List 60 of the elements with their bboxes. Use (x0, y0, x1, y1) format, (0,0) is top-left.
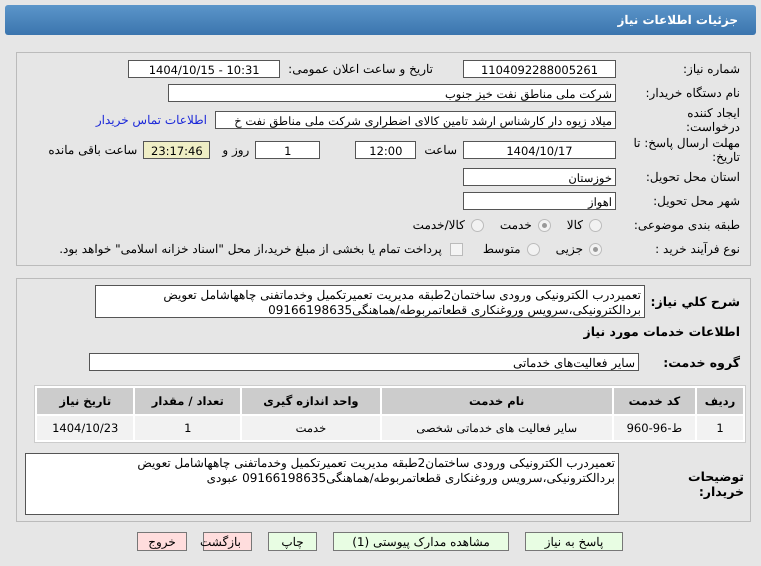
table-cell: 1 (697, 416, 743, 440)
table-cell: 1 (135, 416, 240, 440)
countdown-field: 23:17:46 (143, 141, 210, 159)
table-cell: ط-96-960 (614, 416, 696, 440)
checkbox[interactable] (450, 242, 463, 256)
input-field[interactable]: خوزستان (463, 168, 616, 186)
field-label: طبقه بندی موضوعی: (632, 218, 740, 232)
field-label: تاریخ و ساعت اعلان عمومی: (288, 62, 433, 76)
option-label: کالا/خدمت (412, 218, 465, 232)
column-header: تاریخ نیاز (37, 388, 134, 414)
column-header: نام خدمت (382, 388, 612, 414)
table-cell: 1404/10/23 (37, 416, 134, 440)
field-label: استان محل تحویل: (644, 170, 740, 184)
field-label: گروه خدمت: (662, 354, 740, 370)
option-label: جزیی (556, 242, 583, 256)
radio-button[interactable] (526, 242, 540, 256)
field-label: شهر محل تحویل: (652, 194, 740, 208)
action-button[interactable]: پاسخ به نیاز (525, 532, 623, 551)
input-field[interactable]: شرکت ملی مناطق نفت خیز جنوب (168, 84, 616, 102)
field-label: شماره نیاز: (682, 62, 740, 76)
field-label: نوع فرآیند خرید : (654, 242, 740, 256)
column-header: ردیف (697, 388, 743, 414)
text-area[interactable]: تعمیردرب الکترونیکی ورودی ساختمان2طبقه مدیریت تعمیرتکمیل وخدماتفنی چاهها‌شامل تعویض بردالکترونیکی،سرویس وروغنکاری قطعاتمربوطه/هماهنگی09166198635 (95, 285, 645, 318)
field-label: ایجاد کننده درخواست: (685, 106, 740, 134)
field-label: مهلت ارسال پاسخ: تا تاریخ: (632, 136, 740, 164)
radio-button[interactable] (470, 218, 484, 232)
table-cell: سایر فعالیت های خدماتی شخصی (382, 416, 612, 440)
option-label: متوسط (482, 242, 521, 256)
field-label: شرح کلي نياز: (650, 294, 740, 309)
input-field[interactable]: میلاد زیوه دار کارشناس ارشد تامین کالای اضطراری شرکت ملی مناطق نفت خ (215, 111, 616, 129)
radio-button[interactable] (538, 218, 551, 232)
input-field[interactable]: 12:00 (355, 141, 416, 159)
action-button[interactable]: مشاهده مدارک پیوستی (1) (333, 532, 509, 551)
input-field[interactable]: اهواز (463, 192, 616, 210)
table-cell: خدمت (242, 416, 380, 440)
contact-link[interactable]: اطلاعات تماس خریدار (96, 113, 207, 127)
input-field[interactable]: 1404/10/15 - 10:31 (128, 60, 280, 78)
field-label: توضیحات خریدار: (687, 469, 744, 499)
column-header: کد خدمت (614, 388, 696, 414)
column-header: تعداد / مقدار (135, 388, 240, 414)
field-label: روز و (222, 143, 250, 157)
input-field[interactable]: 1404/10/17 (463, 141, 616, 159)
field-label: ساعت باقی مانده (48, 143, 138, 157)
payment-note: پرداخت تمام یا بخشی از مبلغ خرید،از محل "اسناد خزانه اسلامی" خواهد بود. (59, 242, 442, 256)
option-label: خدمت (500, 218, 532, 232)
section-title: اطلاعات خدمات مورد نياز (582, 324, 740, 339)
page-title: جزئیات اطلاعات نیاز (617, 13, 738, 27)
field-label: ساعت (424, 143, 457, 157)
action-button[interactable]: بازگشت (203, 532, 252, 551)
action-button[interactable]: خروج (137, 532, 187, 551)
input-field[interactable]: سایر فعالیت‌های خدماتی (89, 353, 639, 371)
input-field[interactable]: 1104092288005261 (463, 60, 616, 78)
radio-button[interactable] (589, 218, 602, 232)
input-field[interactable]: 1 (255, 141, 320, 159)
action-button[interactable]: چاپ (268, 532, 317, 551)
option-label: کالا (566, 218, 583, 232)
radio-button[interactable] (589, 242, 602, 256)
field-label: نام دستگاه خریدار: (644, 86, 740, 100)
column-header: واحد اندازه گیری (242, 388, 380, 414)
text-area[interactable]: تعمیردرب الکترونیکی ورودی ساختمان2طبقه مدیریت تعمیرتکمیل وخدماتفنی چاهها‌شامل تعویض بردالکترونیکی،سرویس وروغنکاری قطعاتمربوطه/هماهنگی09166198635 عبودی (25, 453, 619, 515)
